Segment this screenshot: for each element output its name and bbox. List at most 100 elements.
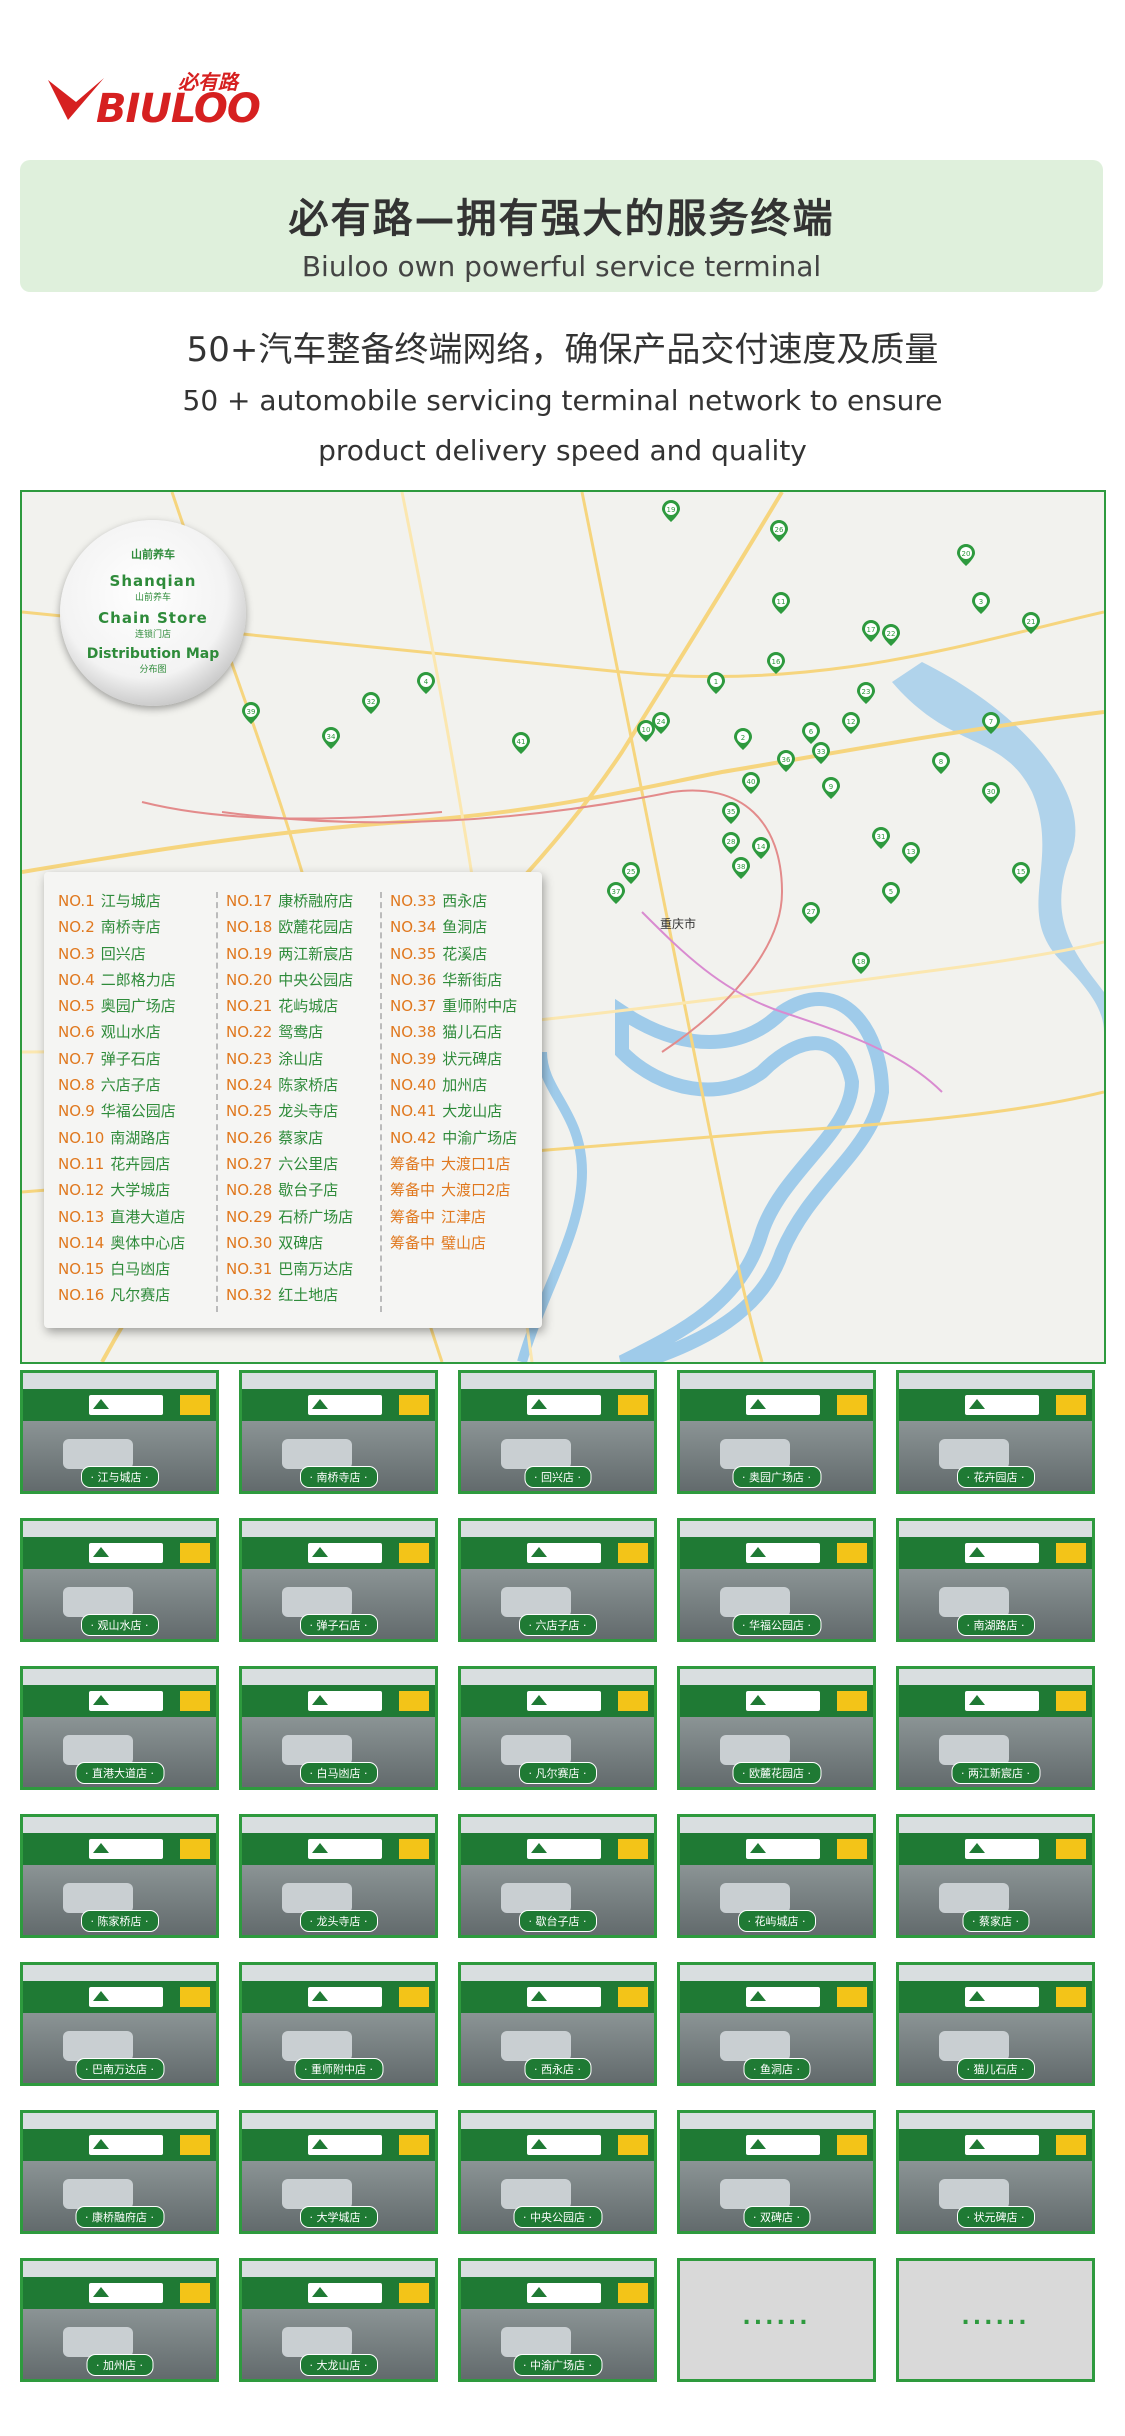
store-photo-card[interactable]: · 大学城店 ·: [239, 2110, 438, 2234]
store-pin-icon[interactable]: 4: [417, 672, 435, 694]
store-photo-card[interactable]: · 回兴店 ·: [458, 1370, 657, 1494]
store-pin-icon[interactable]: 6: [802, 722, 820, 744]
store-photo-card[interactable]: · 欧麓花园店 ·: [677, 1666, 876, 1790]
legend-store-number: NO.16: [58, 1286, 105, 1305]
store-photo-card[interactable]: · 中央公园店 ·: [458, 2110, 657, 2234]
store-pin-icon[interactable]: 36: [777, 750, 795, 772]
store-photo-card[interactable]: · 中渝广场店 ·: [458, 2258, 657, 2382]
shanqian-logo-icon: [745, 1691, 820, 1711]
legend-store-name: 奥园广场店: [100, 997, 176, 1016]
store-photo-card[interactable]: · 猫儿石店 ·: [896, 1962, 1095, 2086]
store-pin-icon[interactable]: 2: [734, 728, 752, 750]
store-pin-icon[interactable]: 10: [637, 720, 655, 742]
legend-store-number: 筹备中: [390, 1207, 436, 1226]
store-photo-card[interactable]: · 状元碑店 ·: [896, 2110, 1095, 2234]
shanqian-logo-icon: [964, 1987, 1039, 2007]
store-photo-card[interactable]: · 直港大道店 ·: [20, 1666, 219, 1790]
store-pin-icon[interactable]: 16: [767, 652, 785, 674]
store-photo-card[interactable]: · 花屿城店 ·: [677, 1814, 876, 1938]
legend-store-number: NO.39: [390, 1049, 437, 1068]
store-photo-card[interactable]: · 南桥寺店 ·: [239, 1370, 438, 1494]
store-pin-icon[interactable]: 13: [902, 842, 920, 864]
store-photo-card[interactable]: · 陈家桥店 ·: [20, 1814, 219, 1938]
store-pin-icon[interactable]: 7: [982, 712, 1000, 734]
store-pin-icon[interactable]: 11: [772, 592, 790, 614]
store-pin-icon[interactable]: 34: [322, 727, 340, 749]
legend-store-name: 六公里店: [278, 1154, 339, 1173]
store-pin-icon[interactable]: 14: [752, 837, 770, 859]
store-pin-icon[interactable]: 21: [1022, 612, 1040, 634]
store-pin-icon[interactable]: 23: [857, 682, 875, 704]
store-pin-icon[interactable]: 25: [622, 862, 640, 884]
legend-row: NO.4 二郎格力店: [58, 969, 218, 995]
store-photo-card[interactable]: · 加州店 ·: [20, 2258, 219, 2382]
store-photo-card[interactable]: · 弹子石店 ·: [239, 1518, 438, 1642]
store-pin-icon[interactable]: 28: [722, 832, 740, 854]
legend-store-name: 花卉园店: [110, 1154, 171, 1173]
store-pin-icon[interactable]: 35: [722, 802, 740, 824]
store-pin-icon[interactable]: 26: [770, 520, 788, 542]
shanqian-logo-icon: [745, 1839, 820, 1859]
store-name-caption: · 鱼洞店 ·: [743, 2058, 810, 2080]
legend-row: NO.15 白马凼店: [58, 1258, 218, 1284]
store-pin-icon[interactable]: 9: [822, 777, 840, 799]
store-photo-card[interactable]: · 鱼洞店 ·: [677, 1962, 876, 2086]
legend-store-number: NO.26: [226, 1128, 273, 1147]
store-pin-icon[interactable]: 17: [862, 620, 880, 642]
banner-title: 必有路—拥有强大的服务终端: [288, 196, 835, 242]
store-name-caption: · 重师附中店 ·: [294, 2058, 383, 2080]
legend-store-number: NO.18: [226, 918, 273, 937]
store-pin-icon[interactable]: 40: [742, 772, 760, 794]
store-pin-icon[interactable]: 38: [732, 857, 750, 879]
store-pin-icon[interactable]: 33: [812, 742, 830, 764]
store-photo-card[interactable]: · 两江新宸店 ·: [896, 1666, 1095, 1790]
store-photo-card[interactable]: · 花卉园店 ·: [896, 1370, 1095, 1494]
store-pin-icon[interactable]: 5: [882, 882, 900, 904]
store-pin-icon[interactable]: 18: [852, 952, 870, 974]
store-pin-icon[interactable]: 31: [872, 827, 890, 849]
store-pin-icon[interactable]: 27: [802, 902, 820, 924]
legend-row: NO.9 华福公园店: [58, 1100, 218, 1126]
legend-row: NO.28 歇台子店: [226, 1179, 386, 1205]
store-pin-icon[interactable]: 32: [362, 692, 380, 714]
store-photo-card[interactable]: · 江与城店 ·: [20, 1370, 219, 1494]
shop-sign: [680, 1981, 873, 2013]
store-photo-card[interactable]: · 康桥融府店 ·: [20, 2110, 219, 2234]
store-pin-icon[interactable]: 3: [972, 592, 990, 614]
store-pin-icon[interactable]: 41: [512, 732, 530, 754]
store-pin-icon[interactable]: 19: [662, 500, 680, 522]
store-pin-icon[interactable]: 37: [607, 882, 625, 904]
store-pin-icon[interactable]: 1: [707, 672, 725, 694]
store-photo-card[interactable]: · 观山水店 ·: [20, 1518, 219, 1642]
store-pin-icon[interactable]: 22: [882, 624, 900, 646]
store-photo-card[interactable]: · 巴南万达店 ·: [20, 1962, 219, 2086]
store-photo-card[interactable]: · 白马凼店 ·: [239, 1666, 438, 1790]
store-pin-icon[interactable]: 20: [957, 544, 975, 566]
store-photo-card[interactable]: · 蔡家店 ·: [896, 1814, 1095, 1938]
store-photo-card[interactable]: · 凡尔赛店 ·: [458, 1666, 657, 1790]
store-photo-card[interactable]: · 双碑店 ·: [677, 2110, 876, 2234]
badge-line3: Distribution Map: [86, 646, 220, 662]
store-photo-card[interactable]: · 歇台子店 ·: [458, 1814, 657, 1938]
store-photo-card[interactable]: · 南湖路店 ·: [896, 1518, 1095, 1642]
store-photo-card[interactable]: · 重师附中店 ·: [239, 1962, 438, 2086]
store-photo-card[interactable]: · 西永店 ·: [458, 1962, 657, 2086]
shanqian-logo-icon: [964, 1839, 1039, 1859]
store-pin-icon[interactable]: 30: [982, 782, 1000, 804]
store-photo-card[interactable]: · 奥园广场店 ·: [677, 1370, 876, 1494]
store-photo-card[interactable]: · 大龙山店 ·: [239, 2258, 438, 2382]
store-pin-icon[interactable]: 15: [1012, 862, 1030, 884]
store-photo-card[interactable]: · 龙头寺店 ·: [239, 1814, 438, 1938]
store-photo-card[interactable]: · 华福公园店 ·: [677, 1518, 876, 1642]
legend-store-number: NO.37: [390, 997, 437, 1016]
svg-text:27: 27: [807, 908, 816, 916]
store-photo-card[interactable]: · 六店子店 ·: [458, 1518, 657, 1642]
legend-row: NO.22 鸳鸯店: [226, 1021, 386, 1047]
legend-store-number: NO.2: [58, 918, 95, 937]
store-pin-icon[interactable]: 39: [242, 702, 260, 724]
legend-store-number: NO.9: [58, 1102, 95, 1121]
shanqian-logo-icon: [745, 1395, 820, 1415]
store-pin-icon[interactable]: 8: [932, 752, 950, 774]
svg-text:9: 9: [829, 783, 833, 791]
store-pin-icon[interactable]: 12: [842, 712, 860, 734]
